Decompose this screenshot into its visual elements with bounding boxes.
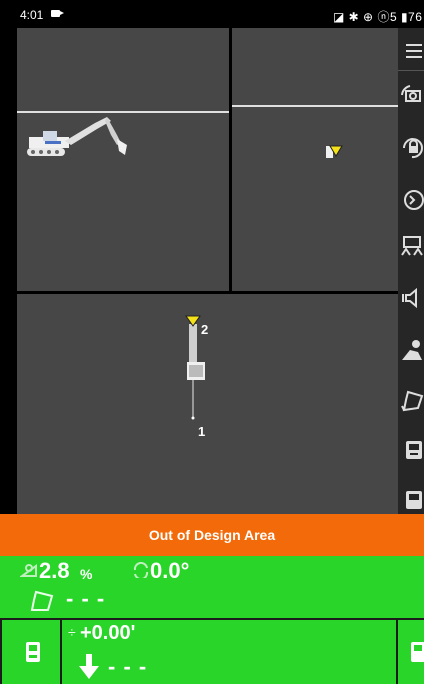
bucket-front-marker-icon — [326, 145, 343, 158]
rotation-value: 0.0° — [150, 558, 190, 583]
elevation-cell[interactable]: ÷ +0.00' - - - — [62, 620, 396, 684]
banner-text: Out of Design Area — [148, 527, 276, 543]
cut-fill-value: - - - — [108, 654, 148, 679]
out-of-design-banner: Out of Design Area — [0, 514, 424, 556]
gps-device-icon[interactable] — [400, 438, 424, 462]
speaker-icon[interactable] — [400, 286, 424, 310]
status-bar: 4:01 ◪ ✱ ⊕ ⓝ5 ▮76 — [0, 0, 424, 28]
bucket-small-icon — [30, 590, 54, 611]
right-toolbar — [398, 28, 424, 514]
screen-record-icon — [51, 10, 64, 17]
bucket-value: - - - — [66, 586, 106, 611]
lock-rotate-icon[interactable] — [400, 136, 424, 160]
arrow-down-icon — [79, 654, 99, 679]
point-label-1: 1 — [198, 424, 206, 439]
elevation-value: +0.00' — [80, 622, 136, 644]
plan-view-panel[interactable]: 2 1 — [17, 294, 398, 514]
right-gps-cell[interactable] — [398, 620, 424, 684]
point-label-2: 2 — [201, 322, 209, 337]
status-time: 4:01 — [20, 8, 44, 22]
grade-readout-panel[interactable]: 2.8 % 0.0° - - - — [0, 556, 424, 618]
status-icons: ◪ ✱ ⊕ ⓝ5 ▮76 — [333, 10, 423, 24]
bucket-icon[interactable] — [400, 388, 424, 412]
grade-unit: % — [80, 566, 93, 582]
front-view-ground-line — [232, 105, 398, 107]
excavator-track-icon[interactable] — [400, 233, 424, 257]
rotation-icon — [133, 562, 149, 578]
target-icon[interactable] — [400, 188, 424, 212]
surveyor-icon[interactable] — [400, 338, 424, 362]
camera-rotate-icon[interactable] — [400, 83, 424, 107]
gps-device-icon[interactable] — [400, 488, 424, 512]
elevation-symbol: ÷ — [68, 624, 76, 640]
side-view-panel[interactable] — [17, 28, 229, 291]
excavator-side-icon — [27, 117, 127, 156]
grade-value: 2.8 — [39, 558, 70, 583]
grade-slope-icon — [20, 564, 37, 577]
gps-device-icon — [26, 642, 40, 662]
menu-icon[interactable] — [400, 40, 424, 64]
left-gps-cell[interactable] — [2, 620, 60, 684]
gps-device-icon — [411, 642, 424, 662]
front-view-panel[interactable] — [232, 28, 398, 291]
lower-readout-row: ÷ +0.00' - - - — [0, 618, 424, 684]
